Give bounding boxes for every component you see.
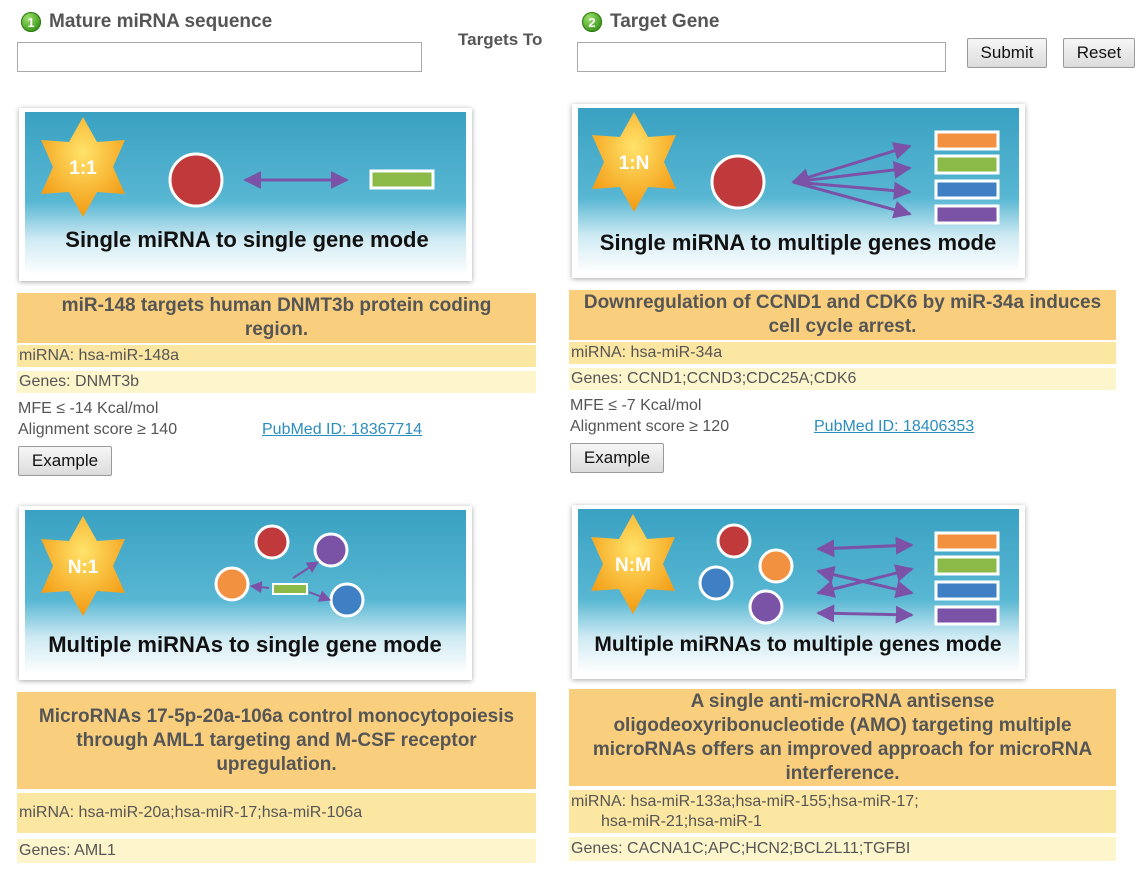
step2-label: Target Gene xyxy=(610,11,720,32)
mirna-circle-icon xyxy=(698,565,734,601)
mirna-circle-icon xyxy=(168,152,224,208)
mode-illustration-1-n: 1:N Single miRNA to multiple genes mode xyxy=(578,108,1019,272)
mode-badge: N:M xyxy=(615,555,651,576)
example-title: MicroRNAs 17-5p-20a-106a control monocyt… xyxy=(17,692,536,789)
targets-to-label: Targets To xyxy=(458,30,543,49)
mode-caption: Single miRNA to multiple genes mode xyxy=(600,230,996,255)
mode-illustration-n-1: N:1 Multiple miRNAs to single gene mode xyxy=(25,510,466,674)
mirna-circle-icon xyxy=(716,523,752,559)
example-genes: Genes: CCND1;CCND3;CDC25A;CDK6 xyxy=(569,368,1116,390)
gene-bar-icon xyxy=(934,204,1000,225)
mirna-circle-icon xyxy=(254,524,290,560)
example-mirna: miRNA: hsa-miR-133a;hsa-miR-155;hsa-miR-… xyxy=(569,790,1116,833)
step1-number-icon: 1 xyxy=(21,12,41,32)
mode-badge: 1:1 xyxy=(69,158,97,179)
example-title: miR-148 targets human DNMT3b protein cod… xyxy=(17,293,536,343)
example-mirna: miRNA: hsa-miR-20a;hsa-miR-17;hsa-miR-10… xyxy=(17,793,536,833)
gene-bar-icon xyxy=(934,580,1000,601)
gene-bar-icon xyxy=(369,169,435,190)
target-gene-input[interactable] xyxy=(577,42,946,72)
mirna-circle-icon xyxy=(748,589,784,625)
mirna-circle-icon xyxy=(329,582,365,618)
reset-button[interactable]: Reset xyxy=(1063,38,1135,68)
gene-bar-icon xyxy=(934,179,1000,200)
mode-illustration-n-m: N:M Multiple miRNAs to multiple genes mo… xyxy=(578,509,1019,673)
example-mirna: miRNA: hsa-miR-148a xyxy=(17,345,536,367)
example-title: Downregulation of CCND1 and CDK6 by miR-… xyxy=(569,290,1116,340)
submit-button[interactable]: Submit xyxy=(967,38,1047,68)
example-button[interactable]: Example xyxy=(18,446,112,476)
example-mfe: MFE ≤ -7 Kcal/mol xyxy=(570,397,702,414)
example-button[interactable]: Example xyxy=(570,443,664,473)
example-genes: Genes: AML1 xyxy=(17,839,536,863)
example-mfe: MFE ≤ -14 Kcal/mol xyxy=(18,400,159,417)
example-mirna-line1: miRNA: hsa-miR-133a;hsa-miR-155;hsa-miR-… xyxy=(571,792,919,810)
mode-banner-n-m[interactable]: N:M Multiple miRNAs to multiple genes mo… xyxy=(572,505,1025,679)
example-mirna-line2: hsa-miR-21;hsa-miR-1 xyxy=(601,812,762,830)
pubmed-link[interactable]: PubMed ID: 18367714 xyxy=(262,421,422,439)
mirna-circle-icon xyxy=(313,532,349,568)
mode-badge: 1:N xyxy=(619,153,650,174)
mode-badge: N:1 xyxy=(68,557,99,578)
step2-heading: 2 Target Gene xyxy=(582,11,719,33)
step1-heading: 1 Mature miRNA sequence xyxy=(21,11,272,33)
gene-bar-icon xyxy=(934,605,1000,626)
mirna-circle-icon xyxy=(214,566,250,602)
mirna-circle-icon xyxy=(758,548,794,584)
gene-bar-icon xyxy=(934,154,1000,175)
gene-bar-icon xyxy=(934,531,1000,552)
step1-label: Mature miRNA sequence xyxy=(49,11,273,32)
example-title: A single anti-microRNA antisense oligode… xyxy=(569,689,1116,786)
mature-mirna-sequence-input[interactable] xyxy=(17,42,422,72)
mode-banner-n-1[interactable]: N:1 Multiple miRNAs to single gene mode xyxy=(19,506,472,680)
mirna-circle-icon xyxy=(710,154,766,210)
mode-caption: Multiple miRNAs to multiple genes mode xyxy=(594,633,1001,656)
mode-illustration-1-1: 1:1 Single miRNA to single gene mode xyxy=(25,112,466,275)
mode-caption: Multiple miRNAs to single gene mode xyxy=(48,632,442,657)
example-mirna: miRNA: hsa-miR-34a xyxy=(569,342,1116,364)
example-alignment-score: Alignment score ≥ 140 xyxy=(18,421,178,438)
example-genes: Genes: CACNA1C;APC;HCN2;BCL2L11;TGFBI xyxy=(569,837,1116,861)
gene-bar-icon xyxy=(934,130,1000,151)
pubmed-link[interactable]: PubMed ID: 18406353 xyxy=(814,418,974,436)
example-genes: Genes: DNMT3b xyxy=(17,371,536,393)
mode-banner-1-n[interactable]: 1:N Single miRNA to multiple genes mode xyxy=(572,104,1025,278)
gene-bar-icon xyxy=(934,555,1000,576)
mode-banner-1-1[interactable]: 1:1 Single miRNA to single gene mode xyxy=(19,108,472,281)
example-alignment-score: Alignment score ≥ 120 xyxy=(570,418,730,435)
mode-caption: Single miRNA to single gene mode xyxy=(65,227,428,252)
gene-bar-icon xyxy=(272,583,308,595)
step2-number-icon: 2 xyxy=(582,12,602,32)
